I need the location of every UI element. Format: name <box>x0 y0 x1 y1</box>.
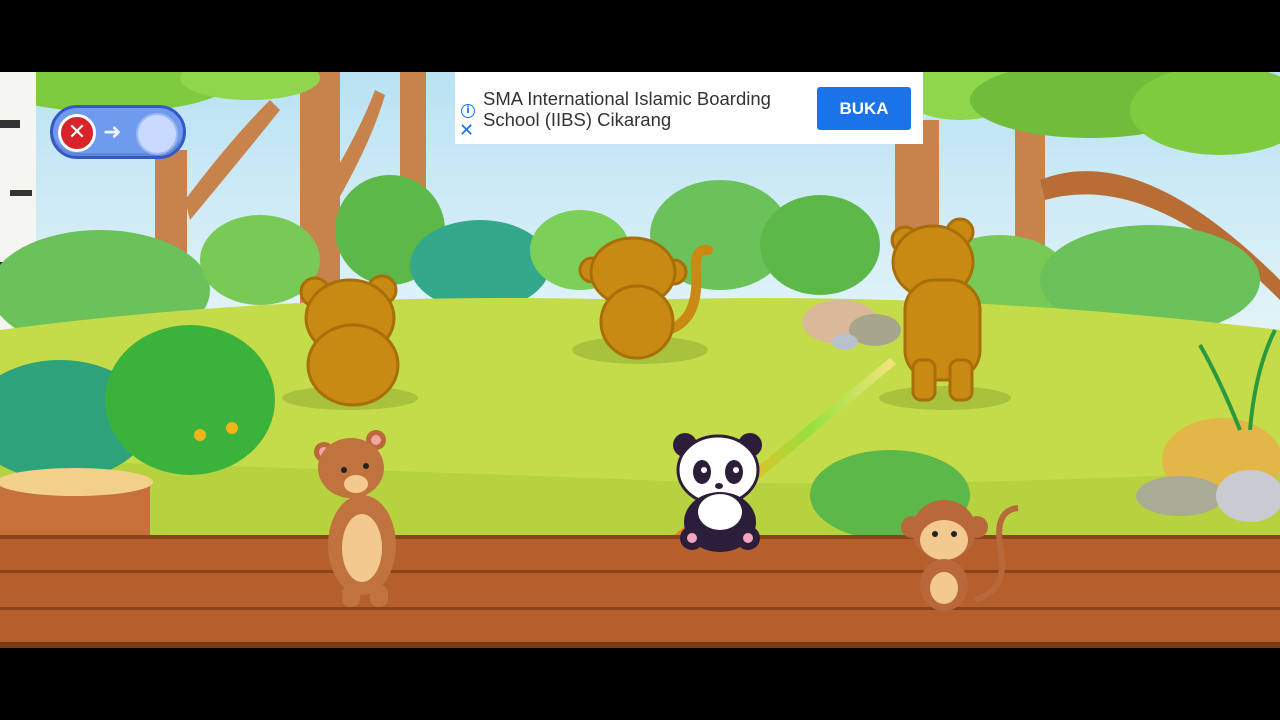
info-icon[interactable]: i <box>461 104 475 118</box>
wooden-shelf <box>0 535 1280 648</box>
open-button[interactable]: BUKA <box>817 87 911 130</box>
tree-stump <box>0 468 153 536</box>
letterbox-top <box>0 0 1280 72</box>
ad-text[interactable]: SMA International Islamic Boarding Schoo… <box>483 88 803 130</box>
game-scene[interactable] <box>0 72 1280 648</box>
ad-text-line1: SMA International Islamic Boarding <box>483 88 771 109</box>
ad-text-line2: School (IIBS) Cikarang <box>483 109 672 130</box>
arrow-right-icon: ➜ <box>103 120 122 145</box>
toggle-knob[interactable] <box>136 113 178 155</box>
exit-toggle[interactable]: ✕ ➜ <box>50 105 186 159</box>
panda-character[interactable] <box>673 433 762 552</box>
close-icon[interactable]: ✕ <box>459 122 474 140</box>
letterbox-bottom <box>0 648 1280 720</box>
close-icon[interactable]: ✕ <box>58 114 96 152</box>
ad-banner[interactable]: i ✕ SMA International Islamic Boarding S… <box>455 72 923 144</box>
